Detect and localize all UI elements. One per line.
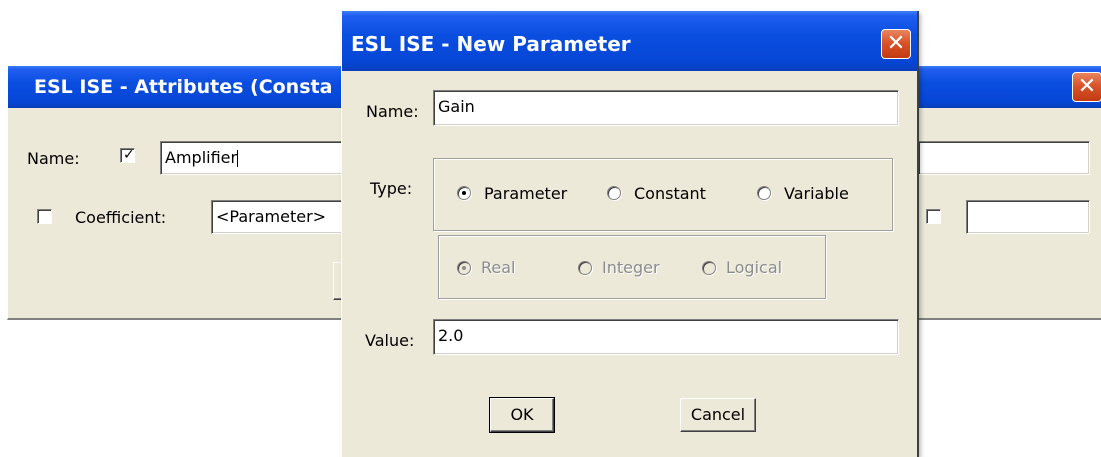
dialog-value-label: Value: xyxy=(365,331,415,350)
close-icon: ✕ xyxy=(1077,74,1097,99)
new-parameter-titlebar[interactable]: ESL ISE - New Parameter ✕ xyxy=(342,11,917,71)
type-groupbox: Parameter Constant Variable xyxy=(433,158,893,231)
type-option-constant-label: Constant xyxy=(634,184,706,203)
datatype-radio-integer xyxy=(578,261,592,275)
type-option-parameter-label: Parameter xyxy=(484,184,568,203)
datatype-radio-logical xyxy=(702,261,716,275)
new-parameter-close-button[interactable]: ✕ xyxy=(881,29,911,59)
new-parameter-dialog: ESL ISE - New Parameter ✕ Name: Gain Typ… xyxy=(341,11,919,457)
close-icon: ✕ xyxy=(886,31,906,56)
type-radio-variable[interactable] xyxy=(757,186,771,200)
datatype-option-integer-label: Integer xyxy=(602,258,660,277)
datatype-groupbox: Real Integer Logical xyxy=(438,235,826,299)
attributes-right-input-2[interactable] xyxy=(966,200,1090,234)
attributes-close-button[interactable]: ✕ xyxy=(1072,72,1101,102)
attributes-coefficient-label: Coefficient: xyxy=(75,208,167,227)
type-radio-constant[interactable] xyxy=(607,186,621,200)
attributes-name-input[interactable]: Amplifier xyxy=(160,141,360,175)
dialog-name-label: Name: xyxy=(366,102,419,121)
radio-selected-dot xyxy=(462,266,466,270)
datatype-radio-real xyxy=(457,261,471,275)
attributes-name-checkbox[interactable]: ✓ xyxy=(120,147,135,163)
dialog-type-label: Type: xyxy=(370,179,413,198)
type-radio-parameter[interactable] xyxy=(457,186,471,200)
checkmark-icon: ✓ xyxy=(123,147,135,163)
ok-button[interactable]: OK xyxy=(489,397,555,433)
radio-selected-dot xyxy=(462,191,466,195)
attributes-right-checkbox[interactable] xyxy=(926,209,941,224)
type-option-variable-label: Variable xyxy=(784,184,849,203)
cancel-button[interactable]: Cancel xyxy=(680,398,756,432)
attributes-window-title: ESL ISE - Attributes (Consta xyxy=(34,76,333,98)
attributes-right-input-1[interactable] xyxy=(918,141,1090,175)
dialog-value-input[interactable]: 2.0 xyxy=(433,319,899,355)
attributes-coefficient-checkbox[interactable] xyxy=(37,209,52,224)
attributes-name-label: Name: xyxy=(27,149,80,168)
text-cursor xyxy=(237,150,239,167)
attributes-coefficient-input[interactable]: <Parameter> xyxy=(211,200,361,234)
dialog-name-input[interactable]: Gain xyxy=(433,90,899,126)
datatype-option-real-label: Real xyxy=(481,258,516,277)
datatype-option-logical-label: Logical xyxy=(726,258,783,277)
new-parameter-window-title: ESL ISE - New Parameter xyxy=(351,32,631,56)
